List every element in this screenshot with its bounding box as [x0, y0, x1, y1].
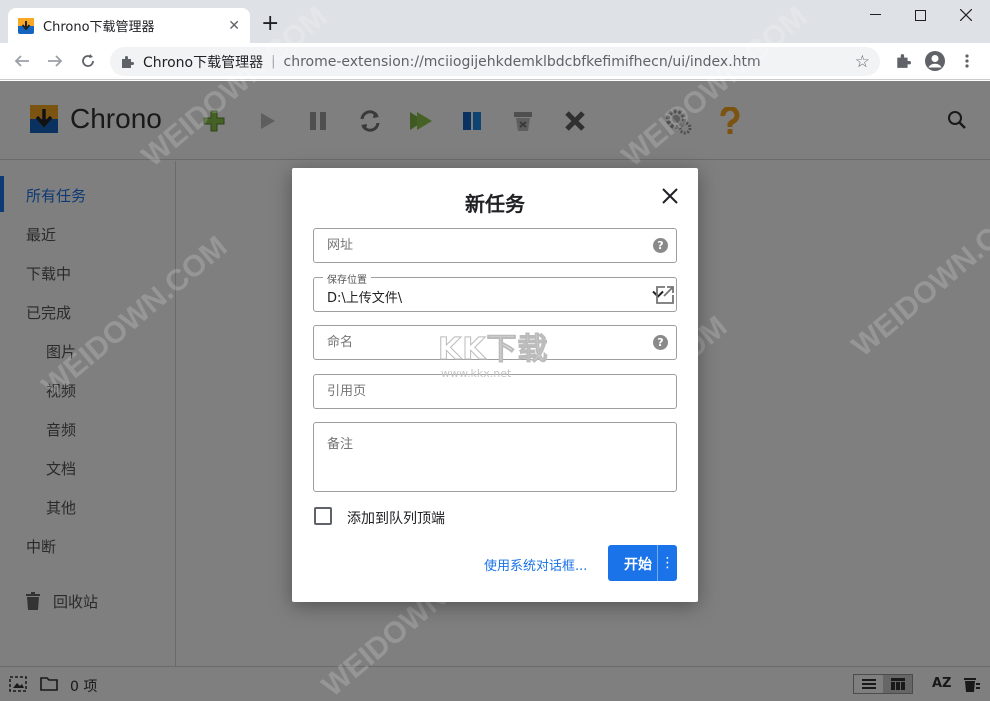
bookmark-star-icon[interactable]: ☆: [855, 52, 870, 72]
window-close-icon[interactable]: [943, 4, 989, 26]
url-field[interactable]: ?: [313, 228, 677, 263]
tab-close-icon[interactable]: ✕: [228, 18, 240, 34]
add-to-top-label[interactable]: 添加到队列顶端: [347, 508, 445, 528]
watermark-site: www.kkx.net: [441, 367, 512, 380]
address-separator: |: [271, 54, 276, 69]
start-button-label: 开始: [624, 557, 652, 573]
browser-menu-icon[interactable]: [956, 50, 978, 72]
url-help-icon[interactable]: ?: [653, 238, 668, 253]
dialog-close-icon[interactable]: [660, 186, 680, 206]
new-task-dialog: 新任务 ? 保存位置 D:\上传文件\ ? 添加到队列顶端 使用系统对话框...…: [292, 168, 698, 602]
add-to-top-checkbox[interactable]: [314, 507, 332, 525]
chrono-favicon-icon: [18, 17, 34, 34]
start-button[interactable]: 开始 ⋮: [608, 545, 677, 581]
address-origin: Chrono下载管理器: [143, 54, 264, 71]
save-location-value: D:\上传文件\: [327, 291, 403, 306]
browser-tab[interactable]: Chrono下载管理器 ✕: [8, 8, 250, 43]
note-textarea[interactable]: [327, 433, 647, 483]
extension-icon: [122, 55, 134, 68]
more-options-icon[interactable]: ⋮: [657, 545, 677, 581]
minimize-icon[interactable]: [852, 4, 898, 26]
save-location-select[interactable]: 保存位置 D:\上传文件\: [313, 271, 677, 312]
open-external-icon[interactable]: [655, 285, 675, 305]
reload-icon[interactable]: [77, 50, 99, 72]
filename-help-icon[interactable]: ?: [653, 335, 668, 350]
tab-title: Chrono下载管理器: [43, 20, 155, 35]
referrer-input[interactable]: [327, 384, 647, 399]
forward-icon[interactable]: [44, 50, 66, 72]
system-dialog-link[interactable]: 使用系统对话框...: [484, 555, 587, 574]
note-field[interactable]: [313, 422, 677, 492]
browser-toolbar: Chrono下载管理器 | chrome-extension://mciiogi…: [0, 43, 990, 80]
address-bar[interactable]: Chrono下载管理器 | chrome-extension://mciiogi…: [110, 47, 880, 76]
maximize-icon[interactable]: [897, 4, 943, 26]
new-tab-icon[interactable]: +: [261, 13, 279, 35]
save-location-legend: 保存位置: [323, 271, 371, 286]
extensions-icon[interactable]: [892, 50, 914, 72]
back-icon[interactable]: [11, 50, 33, 72]
profile-icon[interactable]: [924, 50, 946, 72]
watermark-logo: KK下载: [438, 332, 549, 368]
address-url: chrome-extension://mciiogijehkdemklbdcbf…: [283, 53, 761, 70]
browser-titlebar: Chrono下载管理器 ✕ +: [0, 0, 990, 43]
dialog-title: 新任务: [465, 192, 525, 216]
url-input[interactable]: [327, 238, 647, 253]
